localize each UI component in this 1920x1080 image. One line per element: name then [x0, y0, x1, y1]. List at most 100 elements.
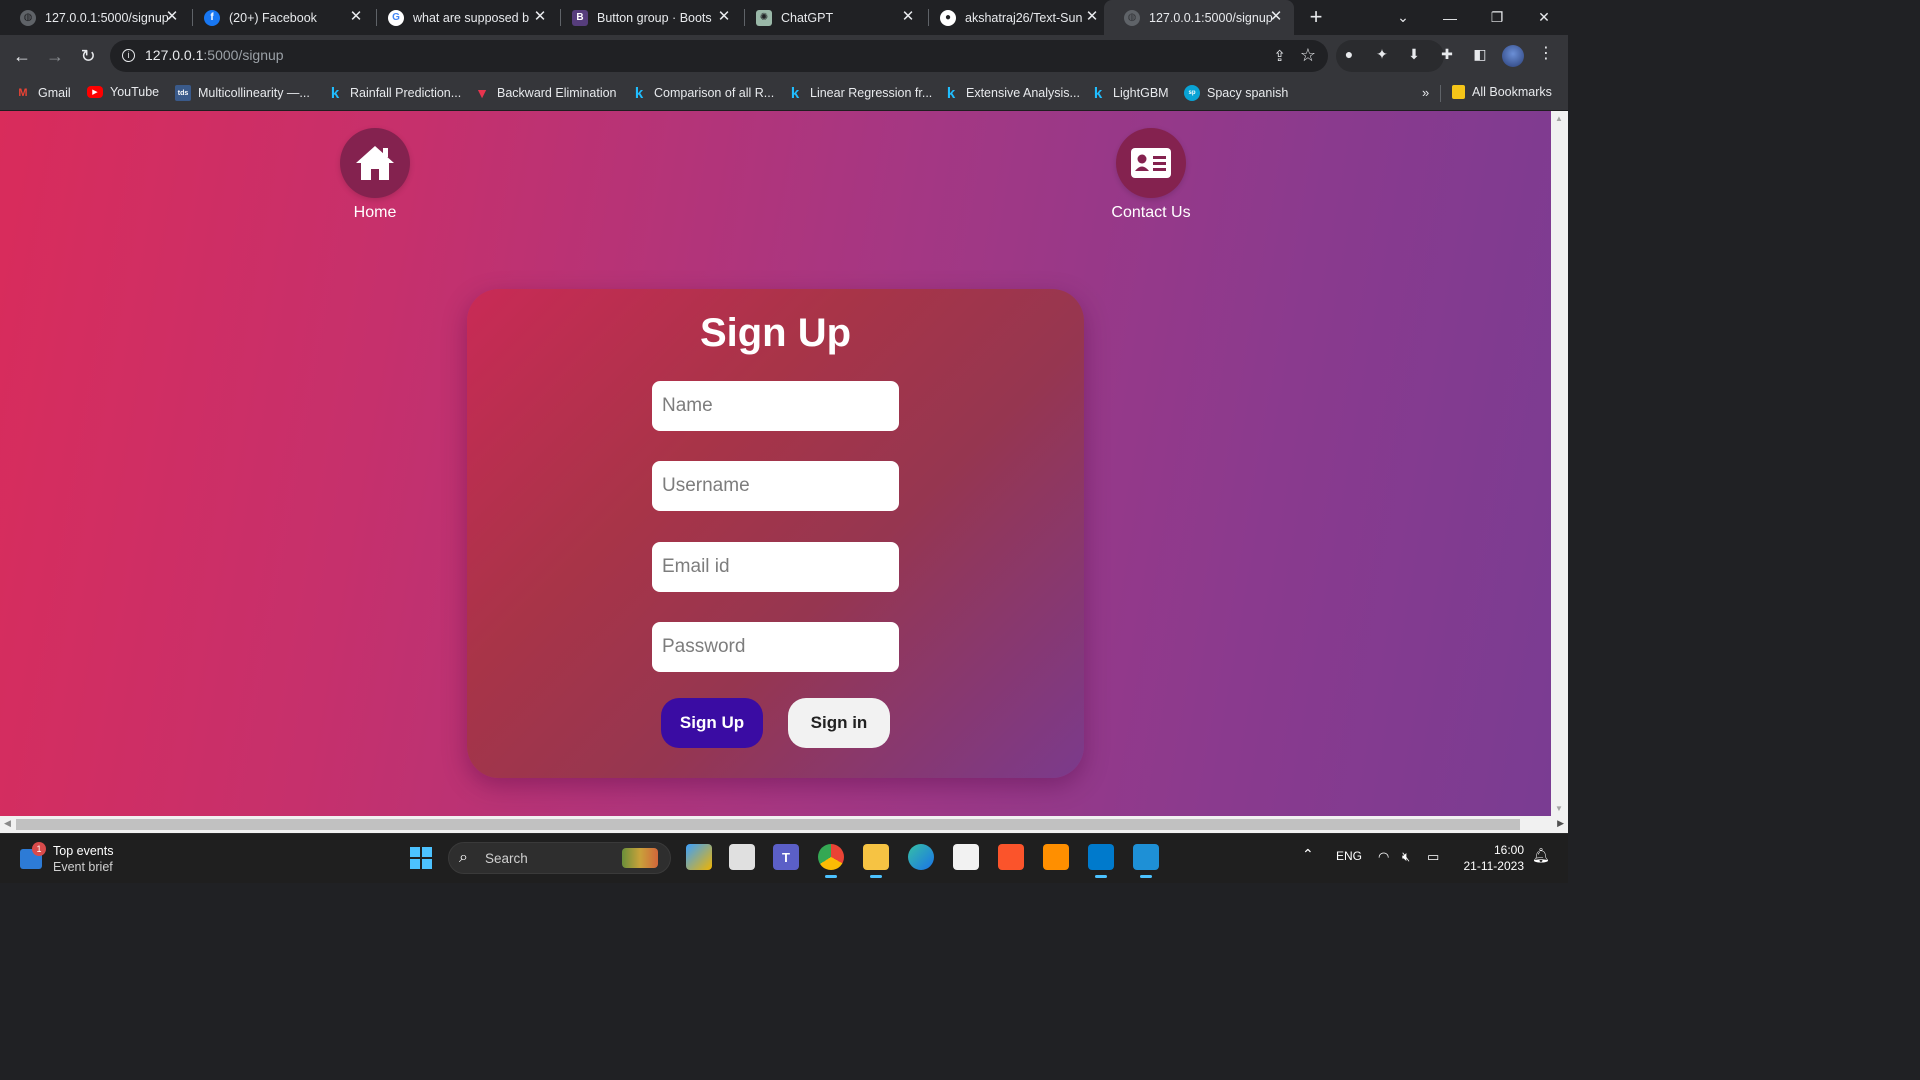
menu-kebab-icon[interactable]: ⋮ — [1536, 44, 1556, 64]
teams-icon[interactable]: T — [773, 844, 799, 870]
bookmark-star-icon[interactable]: ☆ — [1300, 45, 1316, 66]
puzzle-extensions-icon[interactable]: ✚ — [1437, 44, 1457, 64]
bookmark-label: Spacy spanish — [1207, 86, 1289, 100]
horizontal-scroll-thumb[interactable] — [16, 819, 1520, 830]
bookmark-label: Multicollinearity —... — [198, 86, 310, 100]
tab-strip: ◍ 127.0.0.1:5000/signup ✕ f (20+) Facebo… — [0, 0, 1568, 35]
address-bar[interactable]: i 127.0.0.1:5000/signup ⇪ ☆ — [110, 40, 1328, 72]
folder-icon — [1452, 85, 1465, 99]
kaggle-icon: k — [790, 84, 800, 102]
bookmark-spacy[interactable]: sp Spacy spanish — [1184, 85, 1288, 101]
brave-icon[interactable] — [998, 844, 1024, 870]
bookmark-lightgbm[interactable]: k LightGBM — [1090, 85, 1169, 102]
tensorflow-icon[interactable] — [1043, 844, 1069, 870]
password-input[interactable] — [652, 622, 899, 672]
bookmark-gmail[interactable]: M Gmail — [15, 85, 70, 101]
forward-icon[interactable]: → — [43, 44, 67, 68]
close-icon[interactable]: ✕ — [900, 9, 916, 25]
close-icon[interactable]: ✕ — [716, 9, 732, 25]
close-window-button[interactable]: ✕ — [1521, 0, 1567, 35]
profile-avatar[interactable] — [1502, 45, 1524, 67]
close-icon[interactable]: ✕ — [1084, 9, 1100, 25]
bookmark-label: Linear Regression fr... — [810, 86, 933, 100]
tab-1[interactable]: ◍ 127.0.0.1:5000/signup ✕ — [0, 0, 190, 35]
nav-contact-label[interactable]: Contact Us — [1091, 204, 1211, 222]
signup-card: Sign Up Sign Up Sign in — [467, 289, 1084, 778]
close-icon[interactable]: ✕ — [532, 9, 548, 25]
file-explorer-icon[interactable] — [863, 844, 889, 878]
contact-icon-circle[interactable] — [1116, 128, 1186, 198]
bookmark-linear-regression[interactable]: k Linear Regression fr... — [787, 84, 933, 102]
battery-icon[interactable]: ▭ — [1427, 849, 1439, 865]
start-button[interactable] — [410, 847, 432, 869]
scroll-right-arrow-icon[interactable]: ▶ — [1557, 818, 1564, 829]
tab-3[interactable]: G what are supposed b ✕ — [368, 0, 558, 35]
wifi-icon[interactable]: ◠ — [1378, 849, 1389, 865]
chatgpt-icon: ✺ — [756, 9, 772, 26]
widget-title: Top events — [53, 844, 114, 858]
home-icon-circle[interactable] — [340, 128, 410, 198]
restore-button[interactable]: ❐ — [1474, 0, 1520, 35]
scroll-down-arrow-icon[interactable]: ▼ — [1555, 804, 1563, 813]
extension-icon[interactable]: ● — [1339, 44, 1359, 64]
extension-icon[interactable]: ✦ — [1372, 44, 1392, 64]
email-input[interactable] — [652, 542, 899, 592]
more-bookmarks-button[interactable]: » — [1422, 85, 1429, 100]
back-icon[interactable]: ← — [10, 44, 34, 68]
username-input[interactable] — [652, 461, 899, 511]
site-info-icon[interactable]: i — [122, 49, 135, 62]
kaggle-icon: k — [946, 84, 956, 102]
tab-2[interactable]: f (20+) Facebook ✕ — [184, 0, 374, 35]
bookmark-multicollinearity[interactable]: tds Multicollinearity —... — [175, 85, 310, 101]
edge-icon[interactable] — [908, 844, 934, 870]
download-icon[interactable]: ⬇ — [1404, 44, 1424, 64]
side-panel-icon[interactable]: ◧ — [1470, 44, 1490, 64]
scroll-left-arrow-icon[interactable]: ◀ — [4, 818, 11, 829]
name-input[interactable] — [652, 381, 899, 431]
nav-contact[interactable]: Contact Us — [1091, 128, 1211, 222]
clock[interactable]: 16:00 21-11-2023 — [1460, 842, 1525, 874]
signin-button[interactable]: Sign in — [788, 698, 890, 748]
reload-icon[interactable]: ↻ — [76, 44, 100, 68]
close-icon[interactable]: ✕ — [348, 9, 364, 25]
bookmark-label: Extensive Analysis... — [966, 86, 1080, 100]
tab-search-icon[interactable]: ⌄ — [1380, 0, 1426, 35]
tab-4[interactable]: B Button group · Boots ✕ — [552, 0, 742, 35]
nav-home-label[interactable]: Home — [315, 204, 435, 222]
tab-5[interactable]: ✺ ChatGPT ✕ — [736, 0, 926, 35]
show-hidden-icons-icon[interactable]: ⌃ — [1302, 846, 1314, 863]
bookmark-comparison[interactable]: k Comparison of all R... — [631, 85, 774, 102]
tab-6[interactable]: ● akshatraj26/Text-Sun ✕ — [920, 0, 1110, 35]
tab-title: Button group · Boots — [597, 10, 712, 25]
url-text[interactable]: 127.0.0.1:5000/signup — [145, 47, 284, 63]
close-icon[interactable]: ✕ — [164, 9, 180, 25]
vertical-scrollbar[interactable]: ▲ ▼ — [1551, 111, 1568, 816]
volume-muted-icon[interactable]: 🔇︎ — [1402, 849, 1410, 865]
bookmark-youtube[interactable]: ▶ YouTube — [87, 85, 159, 99]
copilot-app-icon[interactable] — [686, 844, 712, 870]
all-bookmarks-button[interactable]: All Bookmarks — [1452, 85, 1552, 99]
store-icon[interactable] — [953, 844, 979, 870]
nav-home[interactable]: Home — [315, 128, 435, 222]
language-indicator[interactable]: ENG — [1336, 849, 1362, 863]
close-icon[interactable]: ✕ — [1268, 9, 1284, 25]
new-tab-button[interactable]: + — [1305, 4, 1327, 30]
bootstrap-icon: B — [572, 9, 588, 26]
minimize-button[interactable]: — — [1427, 0, 1473, 35]
kaggle-icon: k — [330, 84, 340, 102]
bookmark-rainfall[interactable]: k Rainfall Prediction... — [327, 84, 461, 102]
taskbar-search[interactable]: ⌕ Search — [448, 842, 671, 874]
bookmark-extensive-analysis[interactable]: k Extensive Analysis... — [943, 84, 1080, 102]
chrome-icon[interactable] — [818, 844, 844, 878]
task-view-icon[interactable] — [729, 844, 755, 870]
horizontal-scrollbar[interactable]: ◀ ▶ — [0, 816, 1568, 833]
signup-button[interactable]: Sign Up — [661, 698, 763, 748]
widget-subtitle: Event brief — [53, 860, 113, 874]
notification-bell-icon[interactable]: 🔔︎ — [1532, 847, 1550, 864]
vscode-icon[interactable] — [1088, 844, 1114, 878]
notepad-icon[interactable] — [1133, 844, 1159, 878]
share-icon[interactable]: ⇪ — [1273, 47, 1286, 65]
bookmark-backward-elimination[interactable]: ▼ Backward Elimination — [474, 85, 616, 101]
scroll-up-arrow-icon[interactable]: ▲ — [1555, 114, 1563, 123]
tab-7-active[interactable]: ◍ 127.0.0.1:5000/signup ✕ — [1104, 0, 1294, 35]
